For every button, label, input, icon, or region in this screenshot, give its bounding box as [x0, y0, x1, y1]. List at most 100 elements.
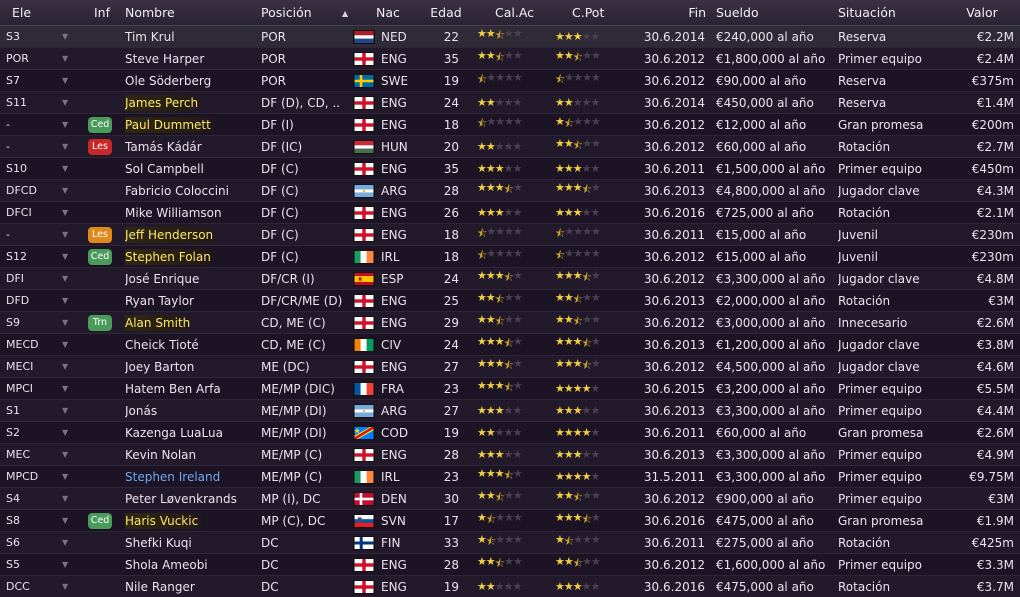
player-name-cell[interactable]: Stephen Ireland — [125, 466, 255, 487]
table-row[interactable]: MEC ▼ Kevin Nolan ME/MP (C) ENG 28 ★ ★ ★ ★ ★… — [0, 444, 1020, 466]
dropdown-arrow-icon[interactable]: ▼ — [62, 180, 72, 201]
player-name-cell[interactable]: Shefki Kuqi — [125, 532, 255, 553]
table-row[interactable]: S4 ▼ Peter Løvenkrands MP (I), DC DEN 30… — [0, 488, 1020, 510]
column-header-name[interactable]: Nombre — [125, 0, 255, 25]
table-row[interactable]: S9 ▼ Trn Alan Smith CD, ME (C) ENG 29 ★ ★… — [0, 312, 1020, 334]
player-name-cell[interactable]: Haris Vuckic — [125, 510, 255, 531]
table-row[interactable]: - ▼ Ced Paul Dummett DF (I) ENG 18 ⯪ ★ ★ ★ ★… — [0, 114, 1020, 136]
status-badge[interactable]: Ced — [88, 512, 112, 529]
dropdown-arrow-icon[interactable]: ▼ — [62, 378, 72, 399]
dropdown-arrow-icon[interactable]: ▼ — [62, 444, 72, 465]
player-name-link[interactable]: Fabricio Coloccini — [125, 184, 229, 198]
column-header-situation[interactable]: Situación — [838, 0, 958, 25]
player-name-link[interactable]: Tim Krul — [125, 30, 175, 44]
player-name-cell[interactable]: Steve Harper — [125, 48, 255, 69]
player-name-link[interactable]: Joey Barton — [125, 360, 194, 374]
status-badge[interactable]: Les — [88, 138, 112, 155]
player-name-link[interactable]: Stephen Folan — [125, 248, 217, 265]
column-header-value[interactable]: Valor — [952, 0, 1012, 25]
player-name-cell[interactable]: Ole Söderberg — [125, 70, 255, 91]
column-header-contract-end[interactable]: Fin — [640, 0, 706, 25]
player-name-cell[interactable]: Peter Løvenkrands — [125, 488, 255, 509]
player-name-link[interactable]: Jonás — [125, 404, 157, 418]
player-name-cell[interactable]: Kazenga LuaLua — [125, 422, 255, 443]
table-row[interactable]: - ▼ Les Tamás Kádár DF (IC) HUN 20 ★ ★ ★ ★ ★… — [0, 136, 1020, 158]
player-name-link[interactable]: Cheick Tioté — [125, 338, 199, 352]
dropdown-arrow-icon[interactable]: ▼ — [62, 114, 72, 135]
player-name-cell[interactable]: Alan Smith — [125, 312, 255, 333]
player-name-link[interactable]: Peter Løvenkrands — [125, 492, 237, 506]
player-name-link[interactable]: José Enrique — [125, 272, 199, 286]
dropdown-arrow-icon[interactable]: ▼ — [62, 48, 72, 69]
dropdown-arrow-icon[interactable]: ▼ — [62, 26, 72, 47]
player-name-link[interactable]: Mike Williamson — [125, 206, 222, 220]
status-badge[interactable]: Ced — [88, 248, 112, 265]
table-row[interactable]: S1 ▼ Jonás ME/MP (DI) ARG 27 ★ ★ ★ ★ ★ ★ ★ ★ ★ ★… — [0, 400, 1020, 422]
dropdown-arrow-icon[interactable]: ▼ — [62, 136, 72, 157]
player-name-link[interactable]: Kevin Nolan — [125, 448, 196, 462]
player-name-cell[interactable]: Shola Ameobi — [125, 554, 255, 575]
dropdown-arrow-icon[interactable]: ▼ — [62, 466, 72, 487]
dropdown-arrow-icon[interactable]: ▼ — [62, 554, 72, 575]
table-row[interactable]: MECD ▼ Cheick Tioté CD, ME (C) CIV 24 ★ ★… — [0, 334, 1020, 356]
dropdown-arrow-icon[interactable]: ▼ — [62, 92, 72, 113]
dropdown-arrow-icon[interactable]: ▼ — [62, 334, 72, 355]
player-name-cell[interactable]: Paul Dummett — [125, 114, 255, 135]
dropdown-arrow-icon[interactable]: ▼ — [62, 290, 72, 311]
table-row[interactable]: S2 ▼ Kazenga LuaLua ME/MP (DI) COD 19 ★ ★… — [0, 422, 1020, 444]
table-row[interactable]: S11 ▼ James Perch DF (D), CD, .. ENG 24 … — [0, 92, 1020, 114]
table-row[interactable]: S10 ▼ Sol Campbell DF (C) ENG 35 ★ ★ ★ ★ ★ ★… — [0, 158, 1020, 180]
status-badge[interactable]: Les — [88, 226, 112, 243]
table-row[interactable]: S12 ▼ Ced Stephen Folan DF (C) IRL 18 ⯪ ★… — [0, 246, 1020, 268]
column-header-current-ability[interactable]: Cal.Ac — [495, 0, 557, 25]
dropdown-arrow-icon[interactable]: ▼ — [62, 268, 72, 289]
status-badge[interactable]: Trn — [88, 314, 112, 331]
player-name-cell[interactable]: Kevin Nolan — [125, 444, 255, 465]
column-header-wage[interactable]: Sueldo — [716, 0, 832, 25]
player-name-cell[interactable]: Hatem Ben Arfa — [125, 378, 255, 399]
player-name-cell[interactable]: Tim Krul — [125, 26, 255, 47]
column-header-nationality[interactable]: Nac — [376, 0, 416, 25]
player-name-cell[interactable]: Stephen Folan — [125, 246, 255, 267]
player-name-link[interactable]: Jeff Henderson — [125, 226, 220, 243]
player-name-link[interactable]: Kazenga LuaLua — [125, 426, 223, 440]
player-name-cell[interactable]: Sol Campbell — [125, 158, 255, 179]
player-name-cell[interactable]: Mike Williamson — [125, 202, 255, 223]
player-name-cell[interactable]: Nile Ranger — [125, 576, 255, 597]
player-name-link[interactable]: Shola Ameobi — [125, 558, 208, 572]
table-row[interactable]: MPCI ▼ Hatem Ben Arfa ME/MP (DIC) FRA 23… — [0, 378, 1020, 400]
table-row[interactable]: MECI ▼ Joey Barton ME (DC) ENG 27 ★ ★ ★ ⯪ ★ … — [0, 356, 1020, 378]
table-row[interactable]: S5 ▼ Shola Ameobi DC ENG 28 ★ ★ ⯪ ★ ★ ★ ★ ⯪ ★ ★ … — [0, 554, 1020, 576]
dropdown-arrow-icon[interactable]: ▼ — [62, 356, 72, 377]
table-row[interactable]: DFI ▼ José Enrique DF/CR (I) ESP 24 ★ ★ ★ ⯪… — [0, 268, 1020, 290]
dropdown-arrow-icon[interactable]: ▼ — [62, 422, 72, 443]
table-row[interactable]: MPCD ▼ Stephen Ireland ME/MP (C) IRL 23 … — [0, 466, 1020, 488]
player-name-link[interactable]: Hatem Ben Arfa — [125, 382, 221, 396]
column-header-posicion[interactable]: Posición — [261, 0, 349, 25]
table-row[interactable]: DCC ▼ Nile Ranger DC ENG 19 ★ ★ ★ ★ ★ ★ ★ ★ ★ ★ … — [0, 576, 1020, 597]
player-name-link[interactable]: Sol Campbell — [125, 162, 204, 176]
dropdown-arrow-icon[interactable]: ▼ — [62, 400, 72, 421]
player-name-link[interactable]: Stephen Ireland — [125, 470, 220, 484]
player-name-link[interactable]: Nile Ranger — [125, 580, 195, 594]
column-header-info[interactable]: Inf — [88, 0, 116, 25]
player-name-link[interactable]: Haris Vuckic — [125, 512, 205, 529]
dropdown-arrow-icon[interactable]: ▼ — [62, 202, 72, 223]
player-name-link[interactable]: Ole Söderberg — [125, 74, 211, 88]
player-name-link[interactable]: James Perch — [125, 94, 205, 111]
player-name-cell[interactable]: Joey Barton — [125, 356, 255, 377]
dropdown-arrow-icon[interactable]: ▼ — [62, 70, 72, 91]
table-row[interactable]: S8 ▼ Ced Haris Vuckic MP (C), DC SVN 17 … — [0, 510, 1020, 532]
player-name-link[interactable]: Paul Dummett — [125, 116, 217, 133]
player-name-cell[interactable]: Cheick Tioté — [125, 334, 255, 355]
dropdown-arrow-icon[interactable]: ▼ — [62, 576, 72, 597]
table-row[interactable]: - ▼ Les Jeff Henderson DF (C) ENG 18 ⯪ ★ ★… — [0, 224, 1020, 246]
dropdown-arrow-icon[interactable]: ▼ — [62, 510, 72, 531]
table-row[interactable]: POR ▼ Steve Harper POR ENG 35 ★ ★ ⯪ ★ ★ ★ ★ ⯪ ★… — [0, 48, 1020, 70]
player-name-cell[interactable]: José Enrique — [125, 268, 255, 289]
table-row[interactable]: S7 ▼ Ole Söderberg POR SWE 19 ⯪ ★ ★ ★ ★ ⯪ ★ ★ ★… — [0, 70, 1020, 92]
column-header-position-slot[interactable]: Ele — [12, 0, 72, 25]
player-name-cell[interactable]: Fabricio Coloccini — [125, 180, 255, 201]
player-name-link[interactable]: Steve Harper — [125, 52, 204, 66]
column-header-potential-ability[interactable]: C.Pot — [572, 0, 634, 25]
